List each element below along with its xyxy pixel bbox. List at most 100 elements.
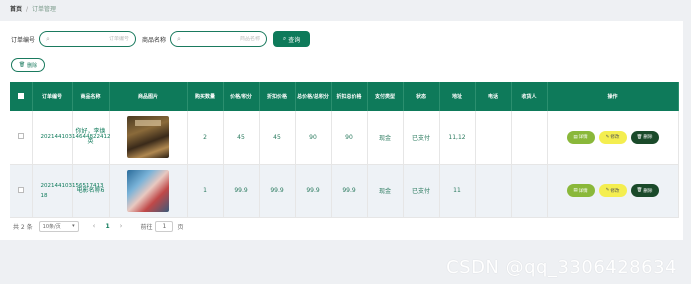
quantity-cell: 2 xyxy=(187,111,224,165)
product-name-field[interactable]: ⌕ xyxy=(170,31,268,47)
search-icon: ⌕ xyxy=(46,35,50,43)
receiver-cell xyxy=(511,111,548,165)
status-cell: 已支付 xyxy=(403,111,440,165)
watermark: CSDN @qq_3306428634 xyxy=(446,257,677,278)
header-quantity: 购买数量 xyxy=(187,82,224,111)
edit-button-label: 修改 xyxy=(610,135,620,141)
pencil-icon: ✎ xyxy=(605,188,610,193)
page-size-value: 10条/页 xyxy=(42,223,61,230)
search-icon: ⌕ xyxy=(177,35,181,43)
order-number-field[interactable]: ⌕ xyxy=(39,31,137,47)
table-row: 20214410314644822412 你好，李焕英 2 45 45 90 9… xyxy=(10,111,679,165)
pay-type-cell: 现金 xyxy=(367,111,404,165)
product-image xyxy=(127,116,169,159)
document-icon: ▤ xyxy=(573,134,578,140)
header-total: 总价格/总积分 xyxy=(295,82,332,111)
total-cell: 90 xyxy=(295,111,332,165)
edit-button[interactable]: ✎ 修改 xyxy=(598,184,627,197)
discount-price-cell: 45 xyxy=(259,111,296,165)
detail-button[interactable]: ▤ 详情 xyxy=(566,184,595,197)
receiver-cell xyxy=(511,164,548,218)
address-cell: 11,12 xyxy=(439,111,476,165)
header-discount-price: 折扣价格 xyxy=(259,82,296,111)
goto-label: 前往 xyxy=(140,223,153,231)
content-panel: 订单编号 ⌕ 商品名称 ⌕ ⌕查询 🗑删除 订单编号 商品名称 商品图片 购买数… xyxy=(0,21,683,240)
select-all-header[interactable] xyxy=(10,82,33,111)
product-name-input[interactable] xyxy=(185,36,261,42)
pencil-icon: ✎ xyxy=(605,134,610,140)
status-cell: 已支付 xyxy=(403,164,440,218)
trash-icon: 🗑 xyxy=(18,62,26,68)
edit-button[interactable]: ✎ 修改 xyxy=(598,130,627,144)
actions-cell: ▤ 详情 ✎ 修改 🗑 删除 xyxy=(547,164,679,218)
discount-price-cell: 99.9 xyxy=(259,164,296,218)
breadcrumb-home[interactable]: 首页 xyxy=(10,6,22,13)
total-cell: 99.9 xyxy=(295,164,332,218)
discount-total-cell: 90 xyxy=(331,111,368,165)
delete-button[interactable]: 🗑 删除 xyxy=(630,130,659,144)
query-button-label: 查询 xyxy=(288,36,301,44)
page-unit-label: 页 xyxy=(177,223,184,231)
order-number-cell: 202144103156517413 18 xyxy=(32,164,104,218)
product-image xyxy=(127,169,169,212)
bulk-delete-button[interactable]: 🗑 删除 xyxy=(11,58,45,72)
delete-button-label: 删除 xyxy=(643,135,653,141)
address-cell: 11 xyxy=(439,164,476,218)
select-all-checkbox[interactable] xyxy=(17,92,24,99)
table-row: 202144103156517413 18 电影名称6 1 99.9 99.9 … xyxy=(10,164,679,218)
prev-page-button[interactable]: ‹ xyxy=(93,222,96,230)
order-number-label: 订单编号 xyxy=(11,36,36,44)
orders-table: 订单编号 商品名称 商品图片 购买数量 价格/积分 折扣价格 总价格/总积分 折… xyxy=(10,82,679,218)
total-count: 共 2 条 xyxy=(13,223,33,231)
breadcrumb: 首页 / 订单管理 xyxy=(10,4,56,13)
header-order-number: 订单编号 xyxy=(32,82,73,111)
discount-total-cell: 99.9 xyxy=(331,164,368,218)
search-icon: ⌕ xyxy=(282,35,287,42)
search-bar: 订单编号 ⌕ 商品名称 ⌕ ⌕查询 xyxy=(11,31,311,47)
order-number-cell: 20214410314644822412 xyxy=(32,111,111,165)
row-select-cell[interactable] xyxy=(10,164,33,218)
detail-button-label: 详情 xyxy=(578,135,588,141)
next-page-button[interactable]: › xyxy=(120,222,123,230)
header-address: 地址 xyxy=(439,82,476,111)
page-number[interactable]: 1 xyxy=(105,223,109,230)
order-number-input[interactable] xyxy=(54,36,130,42)
product-name-cell: 电影名称6 xyxy=(72,164,110,218)
row-checkbox[interactable] xyxy=(17,133,24,140)
breadcrumb-separator: / xyxy=(26,6,29,13)
header-pay-type: 支付类型 xyxy=(367,82,404,111)
phone-cell xyxy=(475,164,512,218)
goto-page-input[interactable]: 1 xyxy=(155,220,174,232)
header-status: 状态 xyxy=(403,82,440,111)
trash-icon: 🗑 xyxy=(636,134,643,140)
header-price: 价格/积分 xyxy=(223,82,260,111)
page-size-select[interactable]: 10条/页 ▾ xyxy=(38,220,79,232)
trash-icon: 🗑 xyxy=(636,188,643,193)
row-checkbox[interactable] xyxy=(17,186,24,193)
breadcrumb-current: 订单管理 xyxy=(32,6,57,13)
price-cell: 45 xyxy=(223,111,260,165)
detail-button[interactable]: ▤ 详情 xyxy=(566,130,595,144)
header-receiver: 收货人 xyxy=(511,82,548,111)
row-select-cell[interactable] xyxy=(10,111,33,165)
table-header-row: 订单编号 商品名称 商品图片 购买数量 价格/积分 折扣价格 总价格/总积分 折… xyxy=(10,82,679,111)
actions-cell: ▤ 详情 ✎ 修改 🗑 删除 xyxy=(547,111,679,165)
product-image-cell xyxy=(109,164,188,218)
quantity-cell: 1 xyxy=(187,164,224,218)
product-image-cell xyxy=(109,111,188,165)
header-product-name: 商品名称 xyxy=(72,82,110,111)
edit-button-label: 修改 xyxy=(610,188,620,194)
delete-button[interactable]: 🗑 删除 xyxy=(630,184,659,197)
query-button[interactable]: ⌕ 查询 xyxy=(273,31,311,47)
pagination: 共 2 条 10条/页 ▾ ‹ 1 › 前往 1 页 xyxy=(13,220,183,232)
product-name-label: 商品名称 xyxy=(142,36,167,44)
header-phone: 电话 xyxy=(475,82,512,111)
pay-type-cell: 现金 xyxy=(367,164,404,218)
bulk-delete-label: 删除 xyxy=(27,62,38,69)
detail-button-label: 详情 xyxy=(578,188,588,194)
phone-cell xyxy=(475,111,512,165)
document-icon: ▤ xyxy=(573,188,578,193)
header-product-image: 商品图片 xyxy=(109,82,188,111)
chevron-down-icon: ▾ xyxy=(72,223,75,229)
header-actions: 操作 xyxy=(547,82,679,111)
